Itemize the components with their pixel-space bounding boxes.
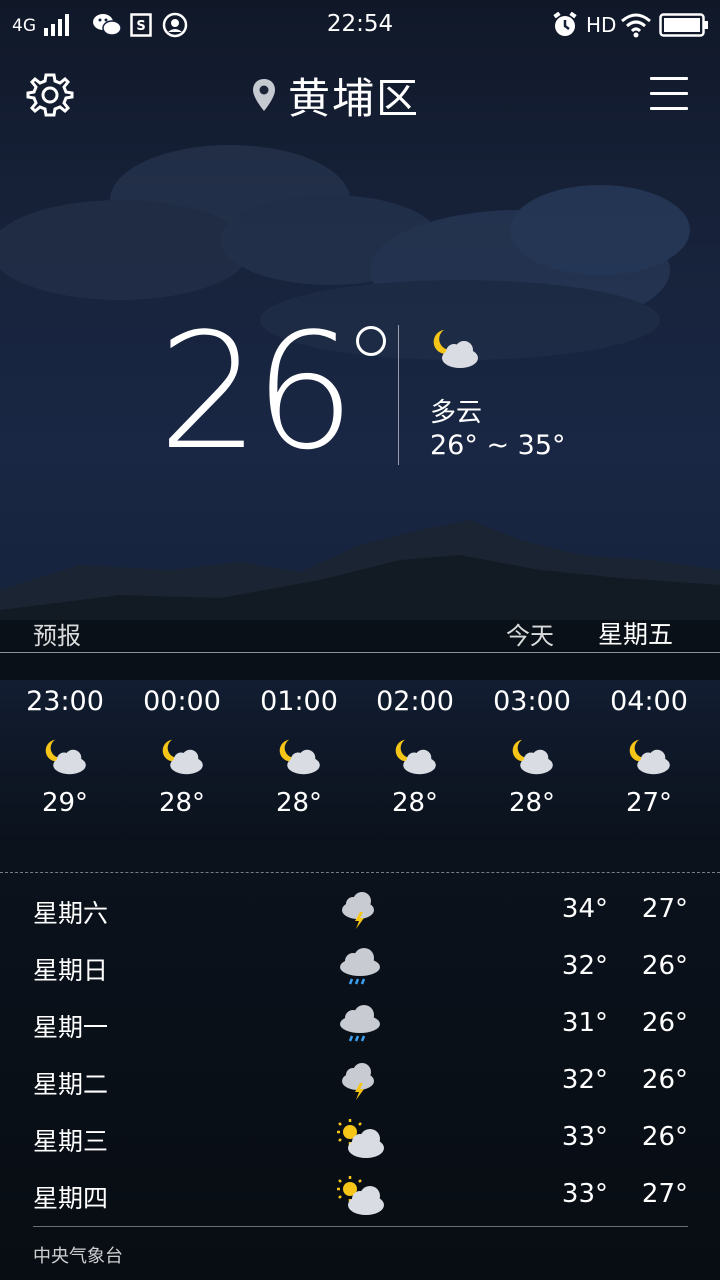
- rain-icon: [340, 1005, 380, 1042]
- city-name: 黄埔区: [288, 73, 421, 123]
- hour-temp: 29°: [41, 788, 89, 818]
- day-low: 26°: [641, 1065, 688, 1095]
- day-low: 26°: [641, 1122, 688, 1152]
- day-low: 27°: [641, 1179, 688, 1209]
- daily-row: 星期六 34° 27°: [0, 882, 720, 939]
- weekday-label: 星期五: [598, 620, 674, 649]
- day-low: 26°: [641, 1008, 688, 1038]
- current-condition: 多云: [430, 398, 483, 428]
- wifi-icon: [621, 13, 651, 38]
- hd-indicator: HD: [586, 13, 617, 37]
- hour-temp: 27°: [625, 788, 673, 818]
- hourly-item: 03:00 28°: [472, 680, 592, 818]
- hourly-item: 04:00 27°: [589, 680, 709, 818]
- day-name: 星期六: [33, 899, 109, 928]
- current-temp-range: 26° ~ 35°: [430, 430, 566, 461]
- alarm-icon: [553, 12, 577, 36]
- divider: [398, 325, 399, 465]
- forecast-header: 预报 今天 星期五: [0, 610, 720, 654]
- hour-temp: 28°: [275, 788, 323, 818]
- day-high: 33°: [561, 1122, 608, 1152]
- hour-time: 02:00: [376, 686, 454, 717]
- daily-row: 星期三 33° 26°: [0, 1110, 720, 1167]
- partly-cloudy-night-icon: [162, 739, 203, 775]
- daily-row: 星期日 32° 26°: [0, 939, 720, 996]
- day-high: 31°: [561, 1008, 608, 1038]
- today-label: 今天: [506, 622, 554, 650]
- hour-time: 03:00: [493, 686, 571, 717]
- location-pin-icon: [253, 79, 275, 111]
- day-low: 27°: [641, 894, 688, 924]
- partly-cloudy-night-icon: [395, 739, 436, 775]
- partly-cloudy-night-icon: [629, 739, 670, 775]
- divider: [0, 652, 720, 653]
- day-high: 33°: [561, 1179, 608, 1209]
- menu-line: [650, 107, 688, 110]
- hour-temp: 28°: [158, 788, 206, 818]
- status-bar: 4G S 22:54 HD: [0, 0, 720, 50]
- day-name: 星期一: [33, 1013, 109, 1042]
- partly-cloudy-night-icon: [279, 739, 320, 775]
- rain-icon: [340, 948, 380, 985]
- partly-cloudy-night-icon: [433, 330, 478, 368]
- day-high: 32°: [561, 951, 608, 981]
- hourly-item: 23:00 29°: [5, 680, 125, 818]
- battery-icon: [659, 13, 708, 37]
- day-low: 26°: [641, 951, 688, 981]
- data-source: 中央气象台: [33, 1246, 123, 1267]
- hour-time: 23:00: [26, 686, 104, 717]
- day-name: 星期三: [33, 1127, 109, 1156]
- divider: [0, 872, 720, 873]
- partly-sunny-icon: [337, 1119, 384, 1158]
- daily-row: 星期二 32° 26°: [0, 1053, 720, 1110]
- top-bar: 黄埔区: [0, 55, 720, 135]
- current-temperature: 26: [158, 298, 356, 485]
- daily-row: 星期四 33° 27°: [0, 1167, 720, 1224]
- hour-time: 04:00: [610, 686, 688, 717]
- day-name: 星期四: [33, 1184, 109, 1213]
- menu-hamburger-icon: [650, 77, 688, 80]
- day-name: 星期日: [33, 956, 109, 985]
- hourly-forecast[interactable]: 23:00 29° 00:00 28° 01:00 28° 02:00 28° …: [0, 680, 720, 860]
- menu-line: [650, 92, 688, 95]
- day-name: 星期二: [33, 1070, 109, 1099]
- daily-row: 星期一 31° 26°: [0, 996, 720, 1053]
- thunderstorm-icon: [342, 892, 374, 929]
- hourly-item: 02:00 28°: [355, 680, 475, 818]
- day-high: 34°: [561, 894, 608, 924]
- thunderstorm-icon: [342, 1063, 374, 1100]
- partly-cloudy-night-icon: [512, 739, 553, 775]
- hourly-item: 00:00 28°: [122, 680, 242, 818]
- menu-button[interactable]: [646, 71, 694, 119]
- degree-symbol: [356, 326, 386, 356]
- divider: [33, 1226, 688, 1227]
- partly-sunny-icon: [337, 1176, 384, 1215]
- settings-gear-icon: [26, 73, 74, 117]
- hour-temp: 28°: [508, 788, 556, 818]
- forecast-label: 预报: [33, 622, 81, 650]
- current-weather: 26 多云 26° ~ 35°: [0, 300, 720, 480]
- settings-button[interactable]: [24, 69, 76, 121]
- hour-time: 01:00: [260, 686, 338, 717]
- hour-time: 00:00: [143, 686, 221, 717]
- hour-temp: 28°: [391, 788, 439, 818]
- location-selector[interactable]: 黄埔区: [252, 65, 420, 125]
- hourly-item: 01:00 28°: [239, 680, 359, 818]
- day-high: 32°: [561, 1065, 608, 1095]
- partly-cloudy-night-icon: [45, 739, 86, 775]
